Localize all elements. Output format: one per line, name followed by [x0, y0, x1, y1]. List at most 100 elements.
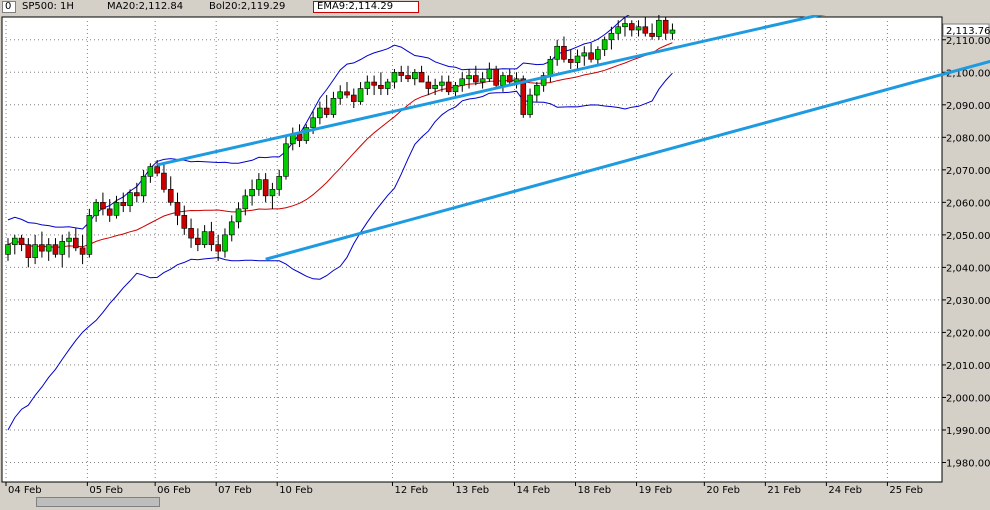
candle-body	[25, 244, 32, 258]
symbol-box[interactable]: 0	[2, 1, 16, 13]
candle-body	[317, 107, 323, 119]
ema-readout: EMA9:2,114.29	[317, 1, 394, 12]
candle-body	[154, 166, 160, 174]
candle-body	[100, 202, 106, 210]
candle-body	[269, 189, 276, 197]
candle-body	[628, 23, 635, 31]
horizontal-scrollbar[interactable]	[0, 495, 990, 510]
y-tick-label: 2,070.00	[946, 166, 990, 177]
candle-body	[323, 107, 330, 115]
candle-body	[608, 32, 615, 41]
candle-body	[86, 215, 93, 255]
candle-body	[120, 202, 127, 206]
candle-body	[147, 166, 154, 177]
candle-body	[201, 231, 208, 245]
candle-body	[669, 29, 676, 34]
candle-body	[66, 237, 72, 242]
candle-body	[208, 231, 215, 245]
candle-body	[350, 94, 357, 102]
candle-body	[228, 221, 235, 236]
candle-body	[161, 172, 167, 190]
y-tick-label: 1,990.00	[946, 426, 990, 437]
y-tick-label: 2,020.00	[946, 328, 990, 339]
candle-body	[520, 78, 527, 115]
candle-body	[106, 208, 113, 216]
y-tick-label: 2,030.00	[946, 296, 990, 307]
symbol-box-label: 0	[5, 1, 12, 12]
candle-body	[466, 75, 472, 80]
candle-body	[405, 75, 411, 80]
x-tick-label: 18 Feb	[578, 485, 612, 495]
x-tick-label: 10 Feb	[279, 485, 313, 495]
candlestick-chart[interactable]: 1,980.00 1,990.00 2,000.00 2,010.00 2,020.00…	[0, 0, 990, 496]
plot-area	[1, 16, 943, 483]
candle-body	[59, 241, 66, 255]
y-tick-label: 2,010.00	[946, 361, 990, 372]
x-tick-label: 14 Feb	[517, 485, 551, 495]
candle-body	[215, 244, 221, 252]
y-tick-label: 1,980.00	[946, 458, 990, 469]
candle-body	[588, 52, 594, 60]
candle-body	[500, 75, 506, 86]
chart-plot[interactable]: 1,980.00 1,990.00 2,000.00 2,010.00 2,020.00…	[0, 0, 990, 496]
candle-body	[418, 71, 425, 83]
candle-body	[486, 68, 493, 80]
candle-body	[656, 19, 662, 37]
candle-body	[479, 78, 486, 83]
candle-body	[513, 78, 520, 83]
y-tick-label: 2,040.00	[946, 263, 990, 274]
bollinger-readout: Bol20:2,119.29	[209, 1, 286, 12]
candle-body	[459, 78, 466, 86]
y-tick-label: 2,090.00	[946, 101, 990, 112]
x-tick-label: 25 Feb	[889, 485, 923, 495]
candle-body	[283, 143, 289, 177]
x-tick-label: 24 Feb	[828, 485, 862, 495]
candle-body	[432, 84, 438, 89]
chart-window: 0 SP500: 1H MA20:2,112.84 Bol20:2,119.29…	[0, 0, 990, 510]
candle-body	[445, 81, 452, 93]
candle-body	[473, 75, 479, 83]
y-tick-label: 2,080.00	[946, 133, 990, 144]
candle-body	[635, 26, 642, 31]
candle-body	[249, 189, 255, 197]
x-tick-label: 21 Feb	[767, 485, 801, 495]
candle-body	[527, 94, 533, 115]
candle-body	[256, 179, 262, 190]
candle-body	[235, 208, 242, 223]
last-price-marker: 2,113.76	[942, 23, 990, 37]
candle-body	[127, 192, 133, 206]
candle-body	[45, 244, 52, 252]
candle-body	[140, 176, 147, 197]
candle-body	[574, 55, 581, 63]
candle-body	[93, 202, 99, 216]
candle	[283, 137, 289, 180]
candle-body	[32, 244, 38, 258]
candle-body	[113, 202, 120, 216]
candle-body	[5, 244, 11, 255]
candle-body	[642, 26, 649, 34]
candle-body	[622, 23, 628, 28]
candle-body	[378, 84, 384, 89]
candle-body	[195, 237, 201, 245]
candle-body	[371, 81, 377, 86]
x-tick-label: 19 Feb	[639, 485, 673, 495]
candle	[86, 208, 93, 258]
symbol-label: SP500: 1H	[22, 1, 74, 12]
candle-body	[242, 195, 249, 210]
candle-body	[344, 91, 350, 96]
candle-body	[310, 117, 316, 128]
candle-body	[18, 237, 25, 245]
candle-body	[506, 75, 513, 83]
x-tick-label: 20 Feb	[706, 485, 740, 495]
candle-body	[601, 39, 608, 50]
y-tick-label: 2,060.00	[946, 198, 990, 209]
candle-body	[167, 189, 174, 203]
y-tick-label: 2,100.00	[946, 68, 990, 79]
y-tick-label: 2,050.00	[946, 231, 990, 242]
candle-body	[662, 19, 669, 34]
scrollbar-thumb[interactable]	[36, 497, 160, 507]
ema-readout-box: EMA9:2,114.29	[313, 1, 419, 13]
candle-body	[73, 237, 79, 249]
candle-body	[439, 81, 445, 86]
candle-body	[357, 88, 364, 102]
